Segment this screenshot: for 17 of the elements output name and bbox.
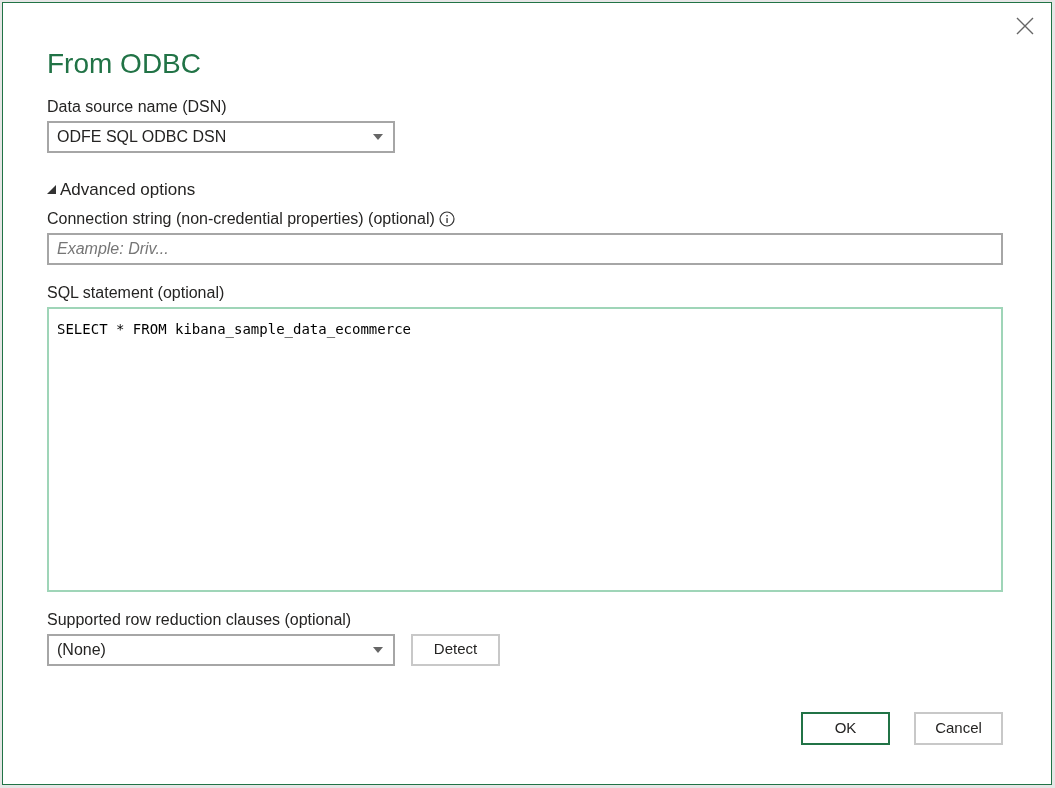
sql-statement-field[interactable]: SELECT * FROM kibana_sample_data_ecommerce xyxy=(47,306,1003,592)
connection-string-label: Connection string (non-credential properties) (optional) xyxy=(47,208,435,229)
caret-icon xyxy=(373,134,383,140)
dialog-title: From ODBC xyxy=(47,47,202,81)
caret-icon xyxy=(373,646,383,653)
sql-statement-label: SQL statement (optional) xyxy=(47,282,225,303)
advanced-options-toggle[interactable]: Advanced options xyxy=(47,177,196,203)
row-reduction-dropdown[interactable]: (None) xyxy=(47,633,395,666)
row-reduction-label: Supported row reduction clauses (optional) xyxy=(47,609,352,630)
connection-string-field[interactable]: Example: Driv... xyxy=(47,232,1003,265)
ok-button[interactable]: OK xyxy=(801,711,890,745)
dsn-dropdown[interactable]: ODFE SQL ODBC DSN xyxy=(47,121,395,153)
cancel-button[interactable]: Cancel xyxy=(914,711,1003,745)
detect-button[interactable]: Detect xyxy=(411,633,500,666)
triangle-icon xyxy=(47,185,56,195)
info-icon[interactable] xyxy=(438,210,455,227)
dsn-label: Data source name (DSN) xyxy=(47,97,227,117)
